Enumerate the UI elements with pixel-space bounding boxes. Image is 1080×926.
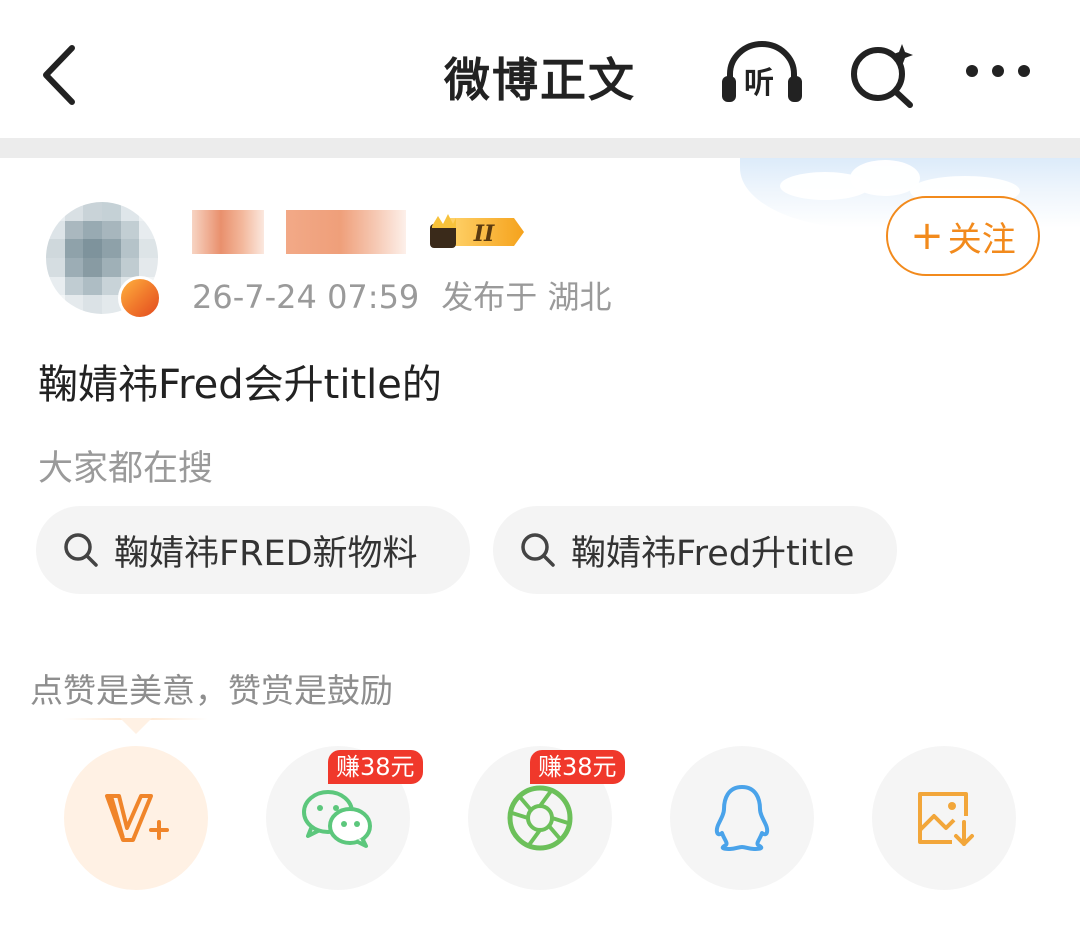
trending-search-label: 大家都在搜 (38, 449, 214, 489)
post-meta: 26-7-24 07:59 发布于 湖北 (192, 272, 611, 318)
top-nav-bar: 微博正文 听 (0, 0, 1080, 138)
earn-badge: 赚38元 (530, 750, 625, 784)
listen-button[interactable]: 听 (720, 40, 804, 104)
earn-badge: 赚38元 (328, 750, 423, 784)
wechat-moments-icon (507, 785, 573, 851)
post-location: 发布于 湖北 (441, 278, 612, 316)
tip-pointer-arrow (120, 718, 152, 734)
search-sparkle-icon[interactable] (848, 40, 918, 108)
reward-tip-text: 点赞是美意，赞赏是鼓励 (30, 671, 393, 710)
vip-badge-icon (118, 276, 162, 320)
page-title: 微博正文 (444, 53, 636, 107)
plus-icon: + (910, 213, 944, 259)
post-body-text: 鞠婧祎Fred会升title的 (38, 362, 442, 408)
wechat-icon (302, 790, 372, 848)
v-plus-icon (105, 794, 169, 842)
listen-label: 听 (744, 66, 774, 101)
level-badge-icon: II (430, 214, 524, 248)
follow-button[interactable]: + 关注 (886, 196, 1040, 276)
section-divider (0, 138, 1080, 158)
svg-text:II: II (473, 221, 495, 247)
save-image-button[interactable] (872, 746, 1016, 890)
save-image-icon (918, 792, 974, 846)
search-chip-label: 鞠婧祎FRED新物料 (114, 533, 418, 574)
username-redacted[interactable] (192, 210, 264, 254)
search-icon (64, 533, 98, 567)
search-chip[interactable]: 鞠婧祎FRED新物料 (36, 506, 470, 594)
more-dots-icon[interactable] (964, 60, 1032, 82)
username-redacted-2[interactable] (286, 210, 406, 254)
qq-icon (714, 785, 770, 851)
follow-label: 关注 (947, 219, 1016, 260)
share-qq-button[interactable] (670, 746, 814, 890)
search-icon (521, 533, 555, 567)
post-timestamp: 26-7-24 07:59 (192, 278, 420, 316)
share-v-plus-button[interactable] (64, 746, 208, 890)
search-chip[interactable]: 鞠婧祎Fred升title (493, 506, 897, 594)
search-chip-label: 鞠婧祎Fred升title (571, 533, 855, 574)
